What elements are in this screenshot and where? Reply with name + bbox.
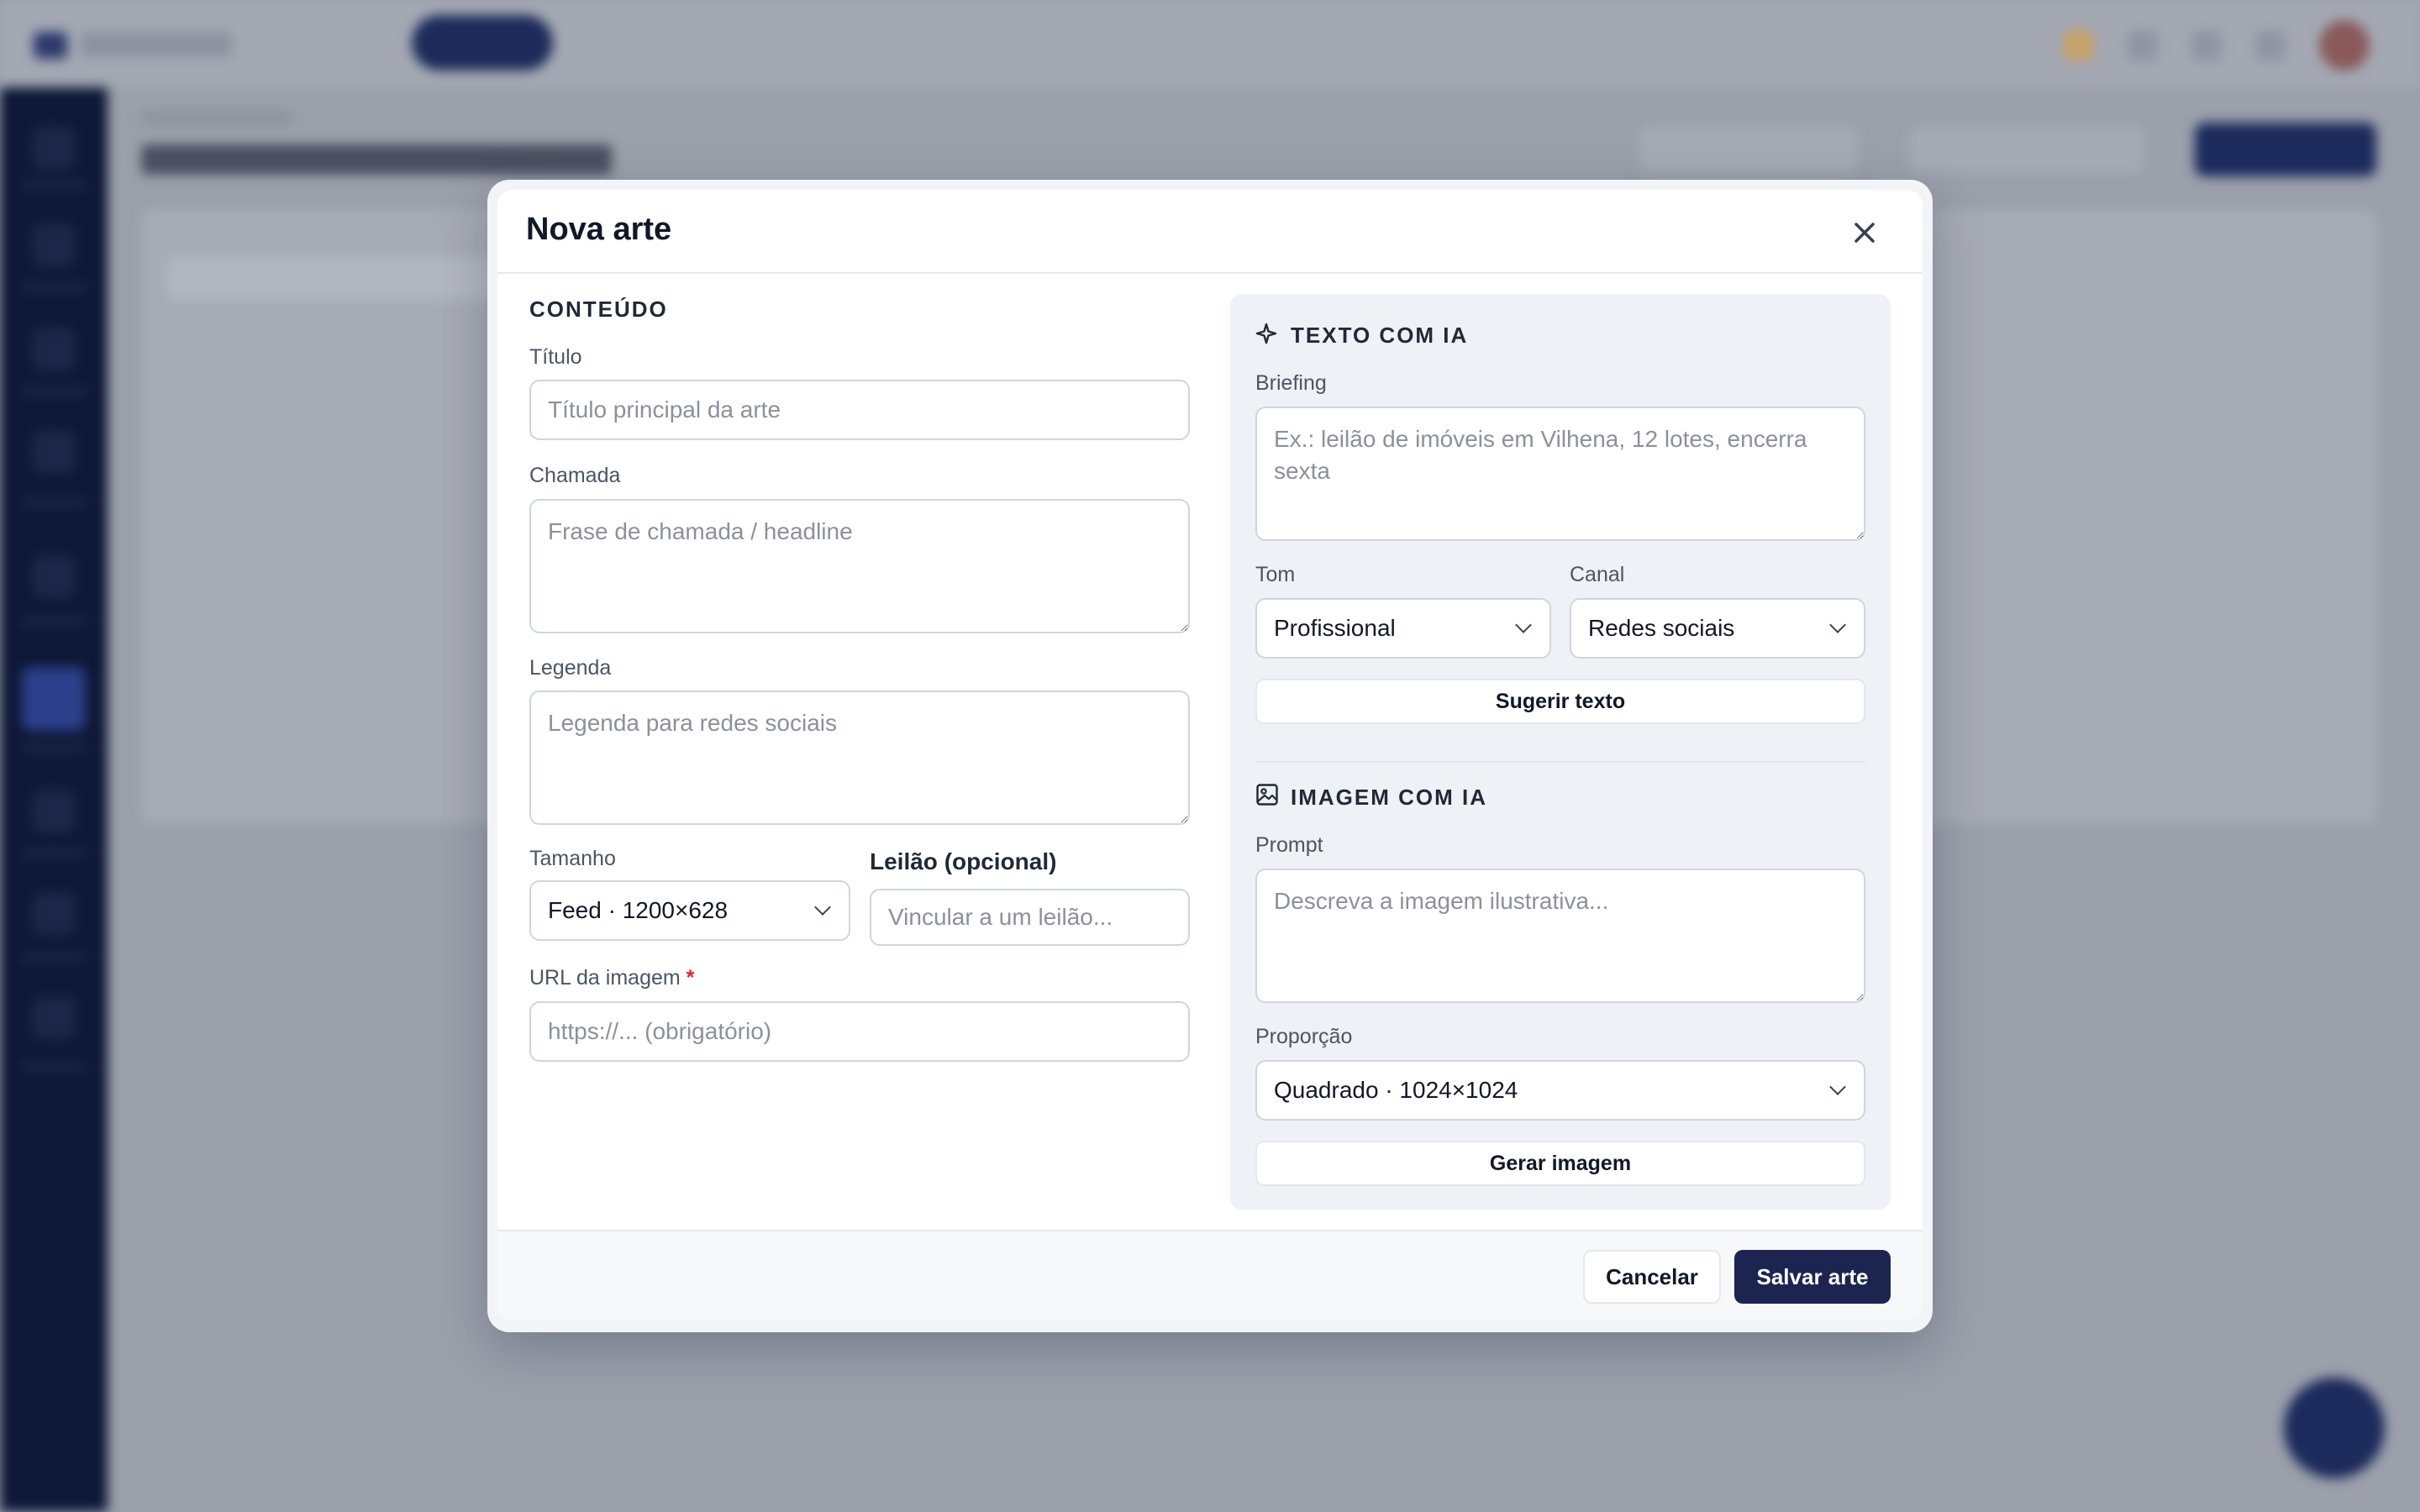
auction-label: Leilão (opcional) <box>870 848 1057 874</box>
sidebar-icon <box>32 790 76 833</box>
required-marker: * <box>686 966 695 990</box>
sidebar-label <box>20 1062 87 1072</box>
channel-select[interactable]: Redes sociais <box>1570 598 1865 659</box>
sparkle-icon <box>1255 323 1277 344</box>
suggest-text-button[interactable]: Sugerir texto <box>1255 679 1865 724</box>
ai-image-section-title: IMAGEM COM IA <box>1291 785 1487 810</box>
floating-action-button <box>2284 1378 2385 1478</box>
page-actions <box>1640 123 2376 176</box>
avatar <box>2319 20 2370 71</box>
search-bar <box>168 257 521 299</box>
ratio-label: Proporção <box>1255 1025 1353 1048</box>
top-nav <box>302 15 990 71</box>
tone-select-value: Profissional <box>1274 615 1396 641</box>
sidebar-icon <box>32 328 76 371</box>
logo <box>34 32 67 59</box>
top-bar <box>0 0 2420 87</box>
bell-icon <box>2191 30 2222 60</box>
ai-panel: TEXTO COM IA Briefing Tom Profissional C… <box>1230 294 1891 1210</box>
tone-select[interactable]: Profissional <box>1255 598 1551 659</box>
sidebar-item-active <box>22 667 86 731</box>
image-url-label-text: URL da imagem <box>529 966 681 990</box>
briefing-textarea[interactable] <box>1255 407 1865 541</box>
close-button[interactable] <box>1845 213 1884 252</box>
top-nav-item <box>855 15 990 71</box>
chevron-down-icon <box>1829 617 1846 633</box>
settings-icon <box>2255 30 2286 60</box>
sidebar-icon <box>32 126 76 170</box>
auction-input[interactable] <box>870 889 1190 946</box>
cancel-button[interactable]: Cancelar <box>1583 1250 1721 1304</box>
top-nav-item <box>570 15 721 71</box>
close-icon <box>1854 223 1875 243</box>
primary-action <box>2195 123 2376 176</box>
page-title <box>141 144 612 175</box>
image-icon <box>1256 784 1278 806</box>
generate-image-button[interactable]: Gerar imagem <box>1255 1141 1865 1186</box>
sidebar-icon <box>32 430 76 474</box>
briefing-label: Briefing <box>1255 371 1327 395</box>
headline-textarea[interactable] <box>529 499 1190 633</box>
prompt-textarea[interactable] <box>1255 869 1865 1003</box>
size-select[interactable]: Feed · 1200×628 <box>529 880 850 941</box>
chevron-down-icon <box>814 899 831 916</box>
sidebar-icon <box>32 996 76 1040</box>
chevron-down-icon <box>1829 1079 1846 1095</box>
modal-footer: Cancelar Salvar arte <box>497 1230 1923 1320</box>
sidebar-label <box>20 497 87 507</box>
ai-text-section-title: TEXTO COM IA <box>1291 323 1469 348</box>
sidebar-label <box>20 282 87 292</box>
logo-wordmark <box>81 32 232 57</box>
ratio-select[interactable]: Quadrado · 1024×1024 <box>1255 1060 1865 1121</box>
headline-label: Chamada <box>529 464 621 487</box>
sidebar-label <box>20 953 87 963</box>
secondary-action <box>1640 127 1859 172</box>
caption-textarea[interactable] <box>529 690 1190 825</box>
caption-label: Legenda <box>529 656 612 680</box>
chevron-down-icon <box>1515 617 1532 633</box>
modal-title: Nova arte <box>526 212 672 247</box>
top-nav-item <box>302 15 395 71</box>
tone-label: Tom <box>1255 563 1296 586</box>
mail-icon <box>2128 30 2158 60</box>
channel-label: Canal <box>1570 563 1625 586</box>
image-url-input[interactable] <box>529 1001 1190 1062</box>
top-right-tools <box>2064 20 2370 71</box>
alert-icon <box>2064 30 2094 60</box>
sidebar-label <box>20 180 87 190</box>
top-nav-item-active <box>412 15 553 71</box>
title-label: Título <box>529 345 582 369</box>
breadcrumb <box>141 111 292 124</box>
ratio-select-value: Quadrado · 1024×1024 <box>1274 1077 1518 1103</box>
sidebar-label <box>20 386 87 396</box>
page-header <box>141 111 612 175</box>
image-url-label: URL da imagem * <box>529 966 694 990</box>
sidebar-icon <box>32 554 76 598</box>
sidebar-label <box>20 848 87 858</box>
divider <box>1255 761 1865 763</box>
sidebar-icon <box>32 223 76 267</box>
size-label: Tamanho <box>529 847 616 870</box>
prompt-label: Prompt <box>1255 833 1323 857</box>
sidebar-label <box>20 743 87 753</box>
new-art-modal: Nova arte CONTEÚDO Título Chamada Legend… <box>497 190 1923 1320</box>
content-section-title: CONTEÚDO <box>529 297 668 322</box>
modal-header: Nova arte <box>497 190 1923 274</box>
size-select-value: Feed · 1200×628 <box>548 897 729 923</box>
sidebar-label <box>20 617 87 627</box>
secondary-action <box>1909 127 2144 172</box>
sidebar <box>0 87 108 1512</box>
sidebar-icon <box>32 892 76 936</box>
top-nav-item <box>738 15 839 71</box>
channel-select-value: Redes sociais <box>1588 615 1735 641</box>
save-button[interactable]: Salvar arte <box>1734 1250 1891 1304</box>
title-input[interactable] <box>529 380 1190 440</box>
